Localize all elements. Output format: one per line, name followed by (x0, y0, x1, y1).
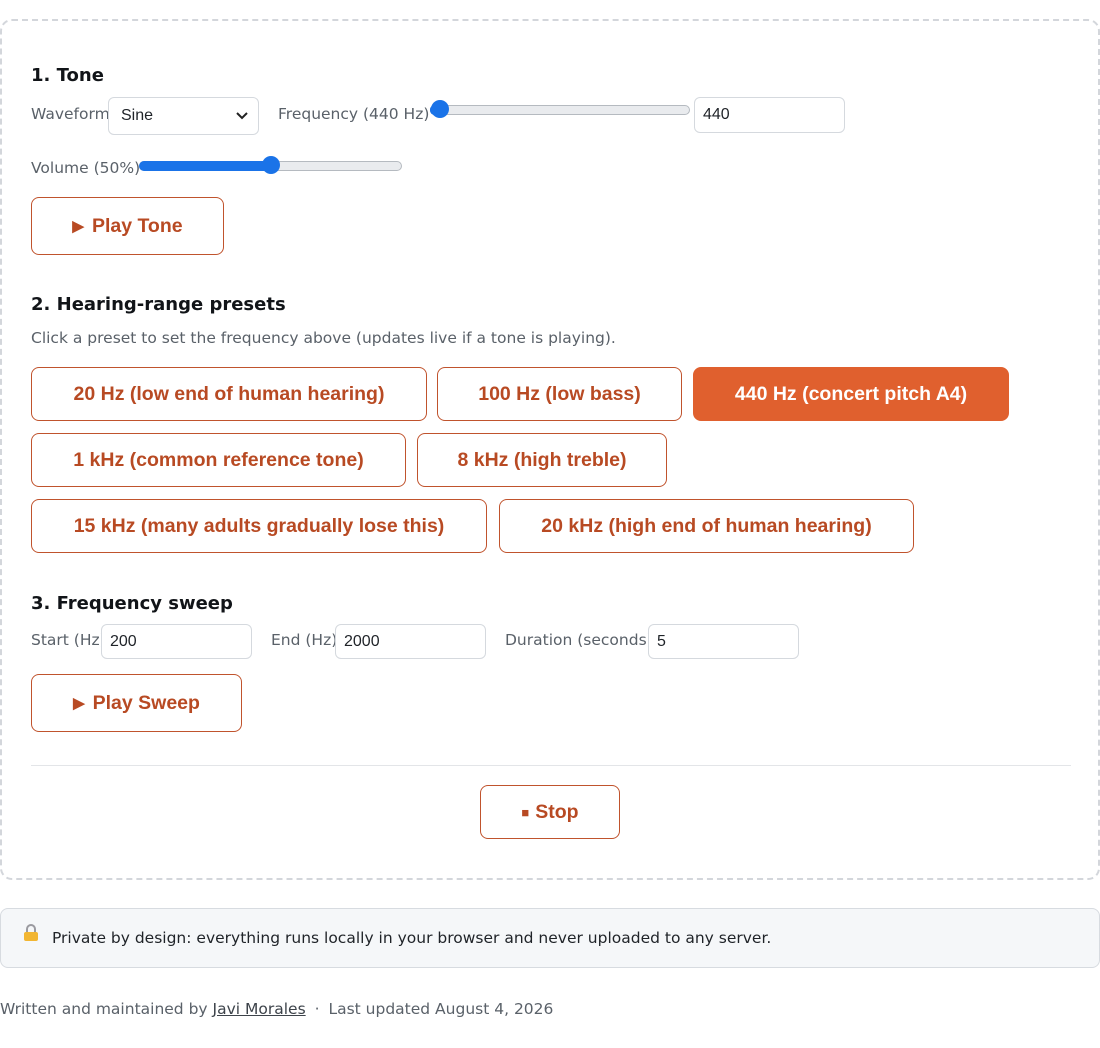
waveform-select[interactable]: Sine (108, 97, 259, 135)
preset-8khz-button[interactable]: 8 kHz (high treble) (417, 433, 667, 487)
sweep-heading: 3. Frequency sweep (31, 593, 233, 614)
lock-icon (23, 908, 41, 966)
presets-heading: 2. Hearing-range presets (31, 294, 286, 315)
play-tone-label: Play Tone (91, 215, 183, 237)
stop-label: Stop (535, 801, 579, 823)
waveform-value: Sine (121, 107, 154, 124)
preset-1khz-button[interactable]: 1 kHz (common reference tone) (31, 433, 406, 487)
tone-heading: 1. Tone (31, 65, 104, 86)
preset-20hz-button[interactable]: 20 Hz (low end of human hearing) (31, 367, 427, 421)
volume-slider[interactable] (139, 156, 402, 174)
volume-slider-thumb[interactable] (261, 156, 280, 174)
frequency-slider[interactable] (430, 100, 690, 118)
footer: Written and maintained by Javi Morales ·… (0, 1000, 553, 1018)
divider (31, 765, 1071, 766)
presets-help-text: Click a preset to set the frequency abov… (31, 329, 616, 347)
chevron-down-icon (236, 98, 248, 147)
author-link[interactable]: Javi Morales (213, 1000, 306, 1018)
privacy-notice-text: Private by design: everything runs local… (51, 929, 772, 947)
play-sweep-label: Play Sweep (92, 692, 200, 714)
privacy-notice: Private by design: everything runs local… (0, 908, 1100, 968)
preset-100hz-button[interactable]: 100 Hz (low bass) (437, 367, 682, 421)
volume-label: Volume (50%) (31, 159, 141, 177)
sweep-duration-label: Duration (seconds) (505, 631, 653, 649)
sweep-end-input[interactable]: 2000 (335, 624, 486, 659)
waveform-label: Waveform (31, 105, 110, 123)
frequency-label: Frequency (440 Hz) (278, 105, 430, 123)
footer-separator: · (314, 1000, 320, 1018)
frequency-input[interactable]: 440 (694, 97, 845, 133)
footer-prefix: Written and maintained by (0, 1000, 208, 1018)
preset-20khz-button[interactable]: 20 kHz (high end of human hearing) (499, 499, 914, 553)
sweep-end-label: End (Hz) (271, 631, 338, 649)
stop-icon: ■ (521, 805, 530, 820)
sweep-duration-input[interactable]: 5 (648, 624, 799, 659)
sweep-start-input[interactable]: 200 (101, 624, 252, 659)
play-tone-button[interactable]: ▶ Play Tone (31, 197, 224, 255)
sweep-start-label: Start (Hz) (31, 631, 106, 649)
footer-updated: Last updated August 4, 2026 (328, 1000, 554, 1018)
play-sweep-button[interactable]: ▶ Play Sweep (31, 674, 242, 732)
preset-440hz-button[interactable]: 440 Hz (concert pitch A4) (693, 367, 1009, 421)
play-icon: ▶ (72, 218, 84, 235)
play-icon: ▶ (73, 695, 85, 712)
stop-button[interactable]: ■ Stop (480, 785, 620, 839)
frequency-slider-thumb[interactable] (431, 100, 449, 118)
preset-15khz-button[interactable]: 15 kHz (many adults gradually lose this) (31, 499, 487, 553)
volume-slider-fill (139, 161, 270, 171)
